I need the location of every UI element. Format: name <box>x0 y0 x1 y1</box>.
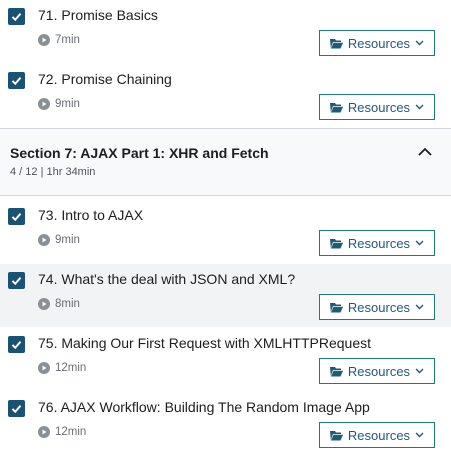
resources-label: Resources <box>347 427 411 443</box>
resources-label: Resources <box>347 363 411 379</box>
section-meta: 4 / 12 | 1hr 34min <box>10 166 96 178</box>
lesson-duration: 7min <box>38 34 80 46</box>
lesson-item-74[interactable]: 74. What's the deal with JSON and XML? 8… <box>0 264 451 328</box>
resources-label: Resources <box>347 99 411 115</box>
duration-text: 7min <box>55 34 80 46</box>
lesson-item-75[interactable]: 75. Making Our First Request with XMLHTT… <box>0 328 451 392</box>
lesson-duration: 12min <box>38 426 86 438</box>
lesson-title[interactable]: 76. AJAX Workflow: Building The Random I… <box>38 399 370 415</box>
check-icon[interactable] <box>8 336 25 353</box>
lesson-title[interactable]: 71. Promise Basics <box>38 7 158 23</box>
chevron-down-icon <box>415 104 424 110</box>
lesson-item-73[interactable]: 73. Intro to AJAX 9min Resources <box>0 200 451 264</box>
resources-button[interactable]: Resources <box>319 230 435 256</box>
section-header[interactable]: Section 7: AJAX Part 1: XHR and Fetch 4 … <box>0 128 451 196</box>
duration-text: 9min <box>55 234 80 246</box>
duration-text: 12min <box>55 362 87 374</box>
chevron-down-icon <box>415 368 424 374</box>
folder-open-icon <box>329 238 343 249</box>
lesson-title[interactable]: 72. Promise Chaining <box>38 71 172 87</box>
duration-text: 8min <box>55 298 80 310</box>
lesson-item-76[interactable]: 76. AJAX Workflow: Building The Random I… <box>0 392 451 456</box>
folder-open-icon <box>329 430 343 441</box>
play-circle-icon <box>38 298 50 310</box>
duration-text: 12min <box>55 426 87 438</box>
chevron-down-icon <box>415 40 424 46</box>
resources-button[interactable]: Resources <box>319 422 435 448</box>
check-icon[interactable] <box>8 72 25 89</box>
course-curriculum: 71. Promise Basics 7min Resources 72. Pr… <box>0 0 451 456</box>
duration-text: 9min <box>55 98 80 110</box>
folder-open-icon <box>329 366 343 377</box>
lesson-duration: 9min <box>38 234 80 246</box>
folder-open-icon <box>329 302 343 313</box>
folder-open-icon <box>329 102 343 113</box>
lesson-item-72[interactable]: 72. Promise Chaining 9min Resources <box>0 64 451 128</box>
resources-label: Resources <box>347 299 411 315</box>
play-circle-icon <box>38 362 50 374</box>
lesson-title[interactable]: 75. Making Our First Request with XMLHTT… <box>38 335 371 351</box>
lesson-duration: 12min <box>38 362 86 374</box>
check-icon[interactable] <box>8 208 25 225</box>
play-circle-icon <box>38 426 50 438</box>
resources-button[interactable]: Resources <box>319 358 435 384</box>
folder-open-icon <box>329 38 343 49</box>
section-title: Section 7: AJAX Part 1: XHR and Fetch <box>10 145 269 161</box>
resources-label: Resources <box>347 235 411 251</box>
lesson-duration: 8min <box>38 298 80 310</box>
resources-label: Resources <box>347 35 411 51</box>
play-circle-icon <box>38 98 50 110</box>
lesson-title[interactable]: 74. What's the deal with JSON and XML? <box>38 271 295 287</box>
play-circle-icon <box>38 34 50 46</box>
resources-button[interactable]: Resources <box>319 94 435 120</box>
chevron-up-icon[interactable] <box>418 147 436 161</box>
lesson-title[interactable]: 73. Intro to AJAX <box>38 207 143 223</box>
check-icon[interactable] <box>8 272 25 289</box>
resources-button[interactable]: Resources <box>319 30 435 56</box>
play-circle-icon <box>38 234 50 246</box>
lesson-item-71[interactable]: 71. Promise Basics 7min Resources <box>0 0 451 64</box>
chevron-down-icon <box>415 304 424 310</box>
check-icon[interactable] <box>8 8 25 25</box>
resources-button[interactable]: Resources <box>319 294 435 320</box>
lesson-duration: 9min <box>38 98 80 110</box>
chevron-down-icon <box>415 240 424 246</box>
check-icon[interactable] <box>8 400 25 417</box>
chevron-down-icon <box>415 432 424 438</box>
